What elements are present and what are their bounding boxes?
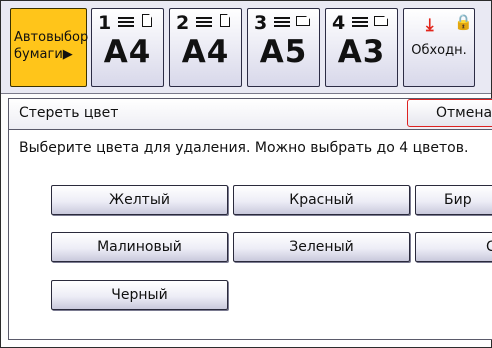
color-turquoise-button[interactable]: Бир xyxy=(415,185,492,215)
auto-paper-select-button[interactable]: Автовыбор бумаги▶ xyxy=(10,8,89,87)
landscape-page-icon xyxy=(296,16,310,26)
tray-1-button[interactable]: 1 A4 xyxy=(91,8,164,87)
color-red-button[interactable]: Красный xyxy=(233,185,410,215)
bypass-tray-button[interactable]: ⤓ 🔒 Обходн. xyxy=(403,8,475,87)
color-select-panel: Выберите цвета для удаления. Можно выбра… xyxy=(8,130,492,340)
lock-icon: 🔒 xyxy=(454,13,473,31)
color-yellow-button[interactable]: Желтый xyxy=(51,185,228,215)
tray-2-button[interactable]: 2 A4 xyxy=(169,8,242,87)
color-black-button[interactable]: Черный xyxy=(51,280,228,310)
tray-3-button[interactable]: 3 A5 xyxy=(247,8,320,87)
play-arrow-icon: ▶ xyxy=(62,47,73,62)
portrait-page-icon xyxy=(220,14,230,27)
auto-paper-select-label: Автовыбор бумаги▶ xyxy=(14,30,89,62)
download-arrow-icon: ⤓ xyxy=(426,15,434,35)
cancel-button[interactable]: Отмена xyxy=(407,99,492,127)
paper-stack-icon xyxy=(352,15,368,29)
landscape-page-icon xyxy=(374,16,388,26)
color-partial-button[interactable]: С xyxy=(415,232,492,262)
tray-4-button[interactable]: 4 A3 xyxy=(325,8,398,87)
color-magenta-button[interactable]: Малиновый xyxy=(51,232,228,262)
paper-stack-icon xyxy=(118,15,134,29)
portrait-page-icon xyxy=(142,14,152,27)
copier-panel: Автовыбор бумаги▶ 1 A4 2 A4 3 A5 4 A3 ⤓ … xyxy=(0,0,492,348)
dialog-title: Стереть цвет xyxy=(19,105,119,121)
color-green-button[interactable]: Зеленый xyxy=(233,232,410,262)
paper-stack-icon xyxy=(196,15,212,29)
paper-stack-icon xyxy=(274,15,290,29)
paper-tray-bar: Автовыбор бумаги▶ 1 A4 2 A4 3 A5 4 A3 ⤓ … xyxy=(1,1,491,94)
instruction-text: Выберите цвета для удаления. Можно выбра… xyxy=(19,140,469,156)
